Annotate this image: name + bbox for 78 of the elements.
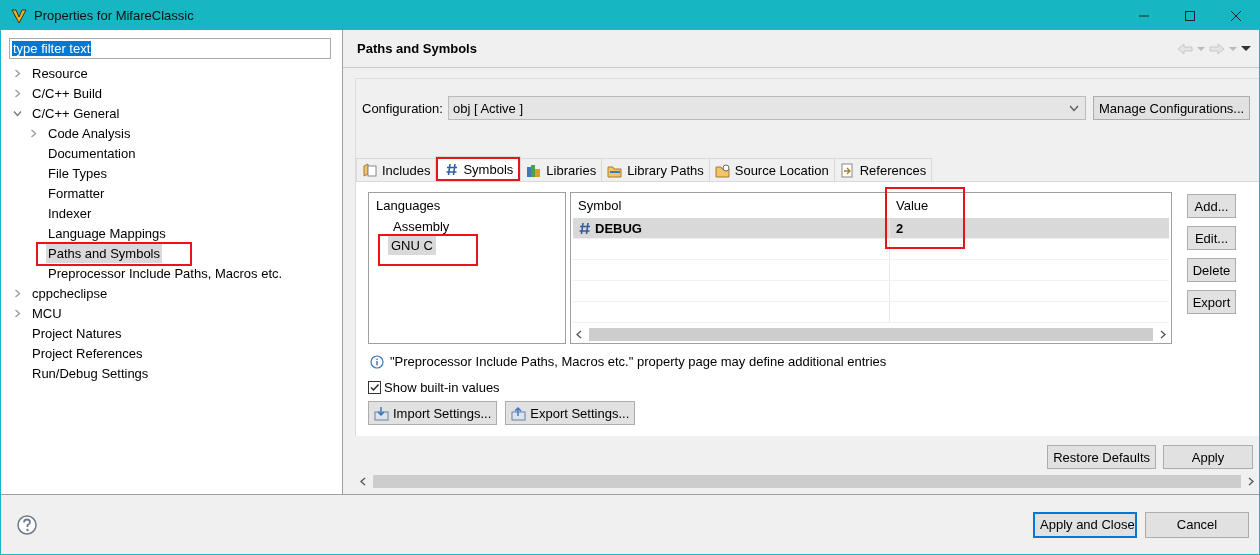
import-icon — [374, 405, 389, 421]
tree-item[interactable]: C/C++ Build — [30, 83, 105, 103]
forward-arrow-icon — [1209, 42, 1225, 55]
tree-item[interactable]: Code Analysis — [46, 123, 133, 143]
tree-item[interactable]: Formatter — [46, 183, 107, 203]
tab[interactable]: Includes — [356, 158, 437, 181]
close-icon — [1230, 9, 1242, 22]
scroll-right-icon — [1247, 477, 1255, 486]
tree-item[interactable]: Resource — [30, 63, 90, 83]
hash-icon — [579, 221, 591, 235]
table-row[interactable]: DEBUG 2 — [573, 218, 1169, 239]
tree-item[interactable]: MCU — [30, 303, 64, 323]
export-settings-button[interactable]: Export Settings... — [505, 401, 636, 425]
tree-item[interactable]: Project References — [30, 343, 145, 363]
tree-item[interactable]: cppcheclipse — [30, 283, 110, 303]
folder-icon — [362, 162, 377, 178]
apply-and-close-button[interactable]: Apply and Close — [1033, 511, 1137, 538]
table-cell: DEBUG — [595, 220, 642, 236]
scroll-thumb[interactable] — [589, 328, 1153, 341]
checkbox[interactable] — [368, 381, 381, 394]
info-message: "Preprocessor Include Paths, Macros etc." property page may define additional entries — [390, 354, 887, 369]
tab[interactable]: Library Paths — [601, 158, 710, 181]
back-arrow-icon — [1177, 42, 1193, 55]
expand-chevron-icon[interactable] — [13, 288, 22, 298]
tree-item[interactable]: Preprocessor Include Paths, Macros etc. — [46, 263, 285, 283]
page-title: Paths and Symbols — [357, 41, 477, 56]
configuration-dropdown[interactable]: obj [ Active ] — [447, 96, 1086, 120]
restore-defaults-button[interactable]: Restore Defaults — [1047, 445, 1156, 469]
tree-item[interactable]: Documentation — [46, 143, 138, 163]
language-item[interactable]: GNU C — [388, 236, 436, 255]
export-icon — [511, 405, 527, 421]
tab[interactable]: Symbols — [435, 156, 522, 181]
list-heading: Languages — [376, 198, 442, 213]
table-cell: 2 — [895, 220, 904, 236]
tab[interactable]: References — [833, 158, 933, 181]
books-icon — [526, 162, 542, 178]
side-button[interactable]: Add... — [1187, 194, 1236, 218]
manage-configurations-button[interactable]: Manage Configurations... — [1092, 96, 1251, 120]
info-icon — [370, 354, 384, 369]
scroll-left-icon — [359, 477, 367, 486]
scroll-left-icon — [575, 330, 583, 339]
tree-item[interactable]: Project Natures — [30, 323, 124, 343]
column-header[interactable]: Symbol — [571, 193, 889, 218]
tree-item[interactable]: Indexer — [46, 203, 94, 223]
column-header[interactable]: Value — [889, 193, 1171, 218]
tree-item[interactable]: C/C++ General — [30, 103, 122, 123]
scroll-thumb[interactable] — [373, 475, 1241, 488]
dropdown-caret-icon — [1229, 45, 1237, 52]
scroll-right-icon — [1159, 330, 1167, 339]
tree-item[interactable]: File Types — [46, 163, 109, 183]
dropdown-caret-icon — [1197, 45, 1205, 52]
tab[interactable]: Source Location — [708, 158, 835, 181]
side-button[interactable]: Delete — [1187, 258, 1236, 282]
configuration-label: Configuration: — [362, 100, 443, 116]
expand-chevron-icon[interactable] — [13, 68, 22, 78]
dropdown-chevron-icon — [1068, 104, 1079, 112]
side-button[interactable]: Edit... — [1187, 226, 1236, 250]
tree-item[interactable]: Language Mappings — [46, 223, 168, 243]
app-icon — [10, 6, 28, 25]
expand-chevron-icon[interactable] — [13, 88, 22, 98]
window-title: Properties for MifareClassic — [34, 8, 195, 23]
maximize-icon — [1184, 9, 1196, 22]
expand-chevron-icon[interactable] — [29, 128, 38, 138]
hash-icon — [446, 162, 459, 176]
checkbox-label: Show built-in values — [384, 380, 500, 395]
view-menu-icon — [1241, 45, 1251, 52]
language-item[interactable]: Assembly — [390, 217, 453, 236]
document-icon — [839, 162, 855, 178]
cancel-button[interactable]: Cancel — [1145, 511, 1249, 538]
expand-chevron-icon[interactable] — [13, 308, 22, 318]
filter-field[interactable]: type filter text — [9, 38, 331, 59]
folder-icon — [714, 162, 730, 178]
import-settings-button[interactable]: Import Settings... — [368, 401, 498, 425]
tree-item[interactable]: Run/Debug Settings — [30, 363, 151, 383]
side-button[interactable]: Export — [1187, 290, 1236, 314]
help-button[interactable] — [17, 514, 37, 535]
apply-button[interactable]: Apply — [1163, 445, 1253, 469]
collapse-chevron-icon[interactable] — [13, 108, 22, 118]
